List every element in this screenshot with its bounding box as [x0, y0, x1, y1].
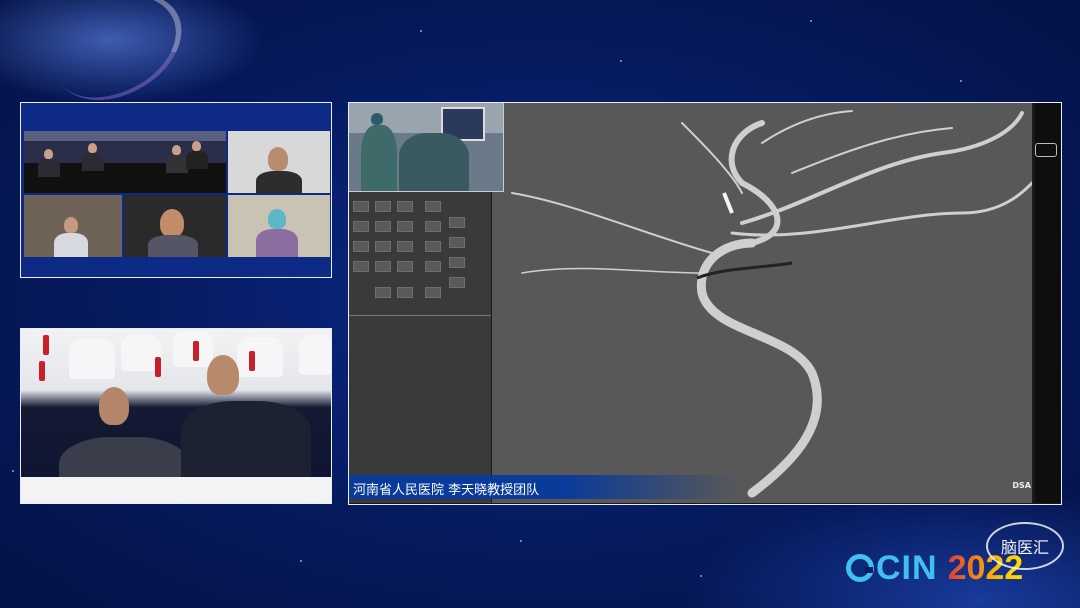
control-button [449, 217, 465, 228]
dsa-side-bar [1035, 103, 1061, 503]
attendee [38, 159, 60, 177]
conference-tile-remote-4[interactable] [228, 195, 330, 257]
chair [299, 335, 331, 375]
conference-tile-remote-3[interactable] [124, 195, 226, 257]
control-button [375, 241, 391, 252]
background-star [620, 60, 622, 62]
main-procedure-feed[interactable]: 河南省人民医院 李天晓教授团队 DSA [348, 102, 1062, 505]
control-button [425, 221, 441, 232]
naoyihui-seal: 脑医汇 [986, 522, 1064, 570]
control-button [353, 241, 369, 252]
control-button [353, 201, 369, 212]
control-button [375, 221, 391, 232]
attendee [166, 155, 188, 173]
control-button [397, 221, 413, 232]
attendee [88, 143, 97, 153]
control-button [375, 261, 391, 272]
audience-member-face [99, 387, 129, 425]
attendee [44, 149, 53, 159]
audience-member-face [207, 355, 239, 395]
dsa-angiography-view [492, 103, 1034, 503]
chair [237, 337, 283, 377]
participant-face [160, 209, 184, 237]
surgical-drape [399, 133, 469, 191]
attendee [172, 145, 181, 155]
control-button [425, 261, 441, 272]
participant-body [148, 235, 198, 257]
scanner-icon [1035, 143, 1057, 157]
water-bottle [43, 335, 49, 355]
conference-grid-feed[interactable] [20, 102, 332, 278]
control-button [425, 241, 441, 252]
attendee [82, 153, 104, 171]
control-divider [349, 315, 491, 316]
conference-tile-remote-1[interactable] [228, 131, 330, 193]
water-bottle [249, 351, 255, 371]
participant-body [54, 233, 88, 257]
participant-face [64, 217, 78, 233]
background-star [960, 80, 962, 82]
chair [69, 339, 115, 379]
dsa-label: DSA [1012, 481, 1031, 490]
cin-logo-icon [846, 554, 874, 582]
background-star [12, 470, 14, 472]
control-button [375, 287, 391, 298]
water-bottle [39, 361, 45, 381]
room-back-wall [24, 131, 226, 141]
control-button [449, 237, 465, 248]
attendee [192, 141, 201, 151]
water-bottle [155, 357, 161, 377]
participant-face [268, 147, 288, 171]
participant-face [268, 209, 286, 229]
control-button [397, 261, 413, 272]
conference-tile-remote-2[interactable] [24, 195, 122, 257]
vessel-image [492, 103, 1034, 503]
control-button [353, 261, 369, 272]
control-button [353, 221, 369, 232]
broadcast-stage: 河南省人民医院 李天晓教授团队 DSA CIN 2022 脑医汇 [0, 0, 1080, 608]
control-button [397, 241, 413, 252]
control-button [397, 201, 413, 212]
control-button [375, 201, 391, 212]
control-button [397, 287, 413, 298]
attendee [186, 151, 208, 169]
caption-bar: 河南省人民医院 李天晓教授团队 [349, 475, 739, 499]
seal-text: 脑医汇 [1000, 538, 1049, 557]
background-star [300, 560, 302, 562]
cin-logo-text: CIN [876, 548, 938, 587]
water-bottle [193, 341, 199, 361]
audience-member-body [181, 401, 311, 477]
conference-tile-meeting-room[interactable] [24, 131, 226, 193]
participant-body [256, 171, 302, 193]
front-table [21, 477, 331, 503]
background-star [810, 20, 812, 22]
background-star [700, 575, 702, 577]
control-button [449, 277, 465, 288]
surgeon-head [371, 113, 383, 125]
background-star [420, 30, 422, 32]
surgeon-body [361, 125, 397, 191]
background-star [520, 540, 522, 542]
participant-body [256, 229, 298, 257]
dsa-control-panel [349, 191, 491, 503]
control-button [449, 257, 465, 268]
audience-feed[interactable] [20, 328, 332, 504]
operating-room-inset-feed[interactable] [349, 103, 504, 192]
control-button [425, 201, 441, 212]
hospital-team-caption: 河南省人民医院 李天晓教授团队 [353, 483, 540, 498]
control-button [425, 287, 441, 298]
